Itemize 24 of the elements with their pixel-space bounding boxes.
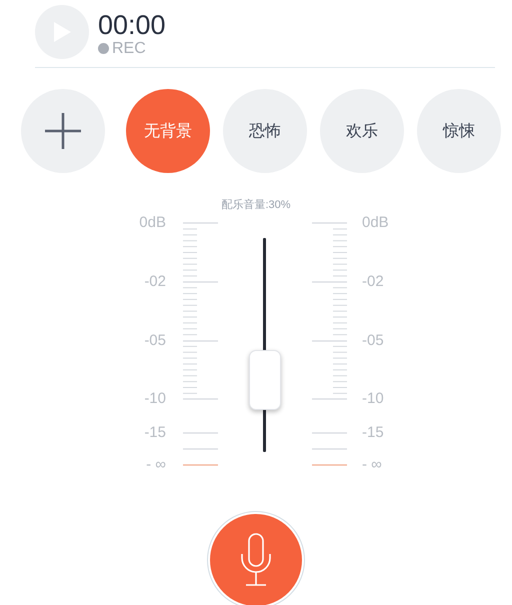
record-status: REC bbox=[112, 40, 146, 58]
decibel-label: 0dB bbox=[362, 214, 390, 232]
decibel-label: -05 bbox=[362, 332, 385, 350]
background-style-button[interactable]: 惊悚 bbox=[417, 89, 501, 173]
music-volume-label: 配乐音量:30% bbox=[220, 198, 292, 212]
decibel-label: -15 bbox=[143, 424, 166, 442]
background-style-button[interactable]: 欢乐 bbox=[320, 89, 404, 173]
microphone-icon bbox=[239, 532, 273, 588]
background-style-button[interactable]: 恐怖 bbox=[223, 89, 307, 173]
decibel-label: 0dB bbox=[138, 214, 166, 232]
decibel-label: - ∞ bbox=[145, 456, 166, 474]
record-dot-icon bbox=[98, 43, 109, 54]
plus-icon bbox=[43, 111, 83, 151]
decibel-label: -05 bbox=[143, 332, 166, 350]
decibel-label: - ∞ bbox=[362, 456, 383, 474]
slider-thumb[interactable] bbox=[249, 350, 281, 410]
recording-time: 00:00 bbox=[98, 10, 166, 40]
decibel-label: -15 bbox=[362, 424, 385, 442]
decibel-label: -10 bbox=[362, 390, 385, 408]
decibel-label: -10 bbox=[143, 390, 166, 408]
record-button[interactable] bbox=[210, 514, 302, 605]
decibel-label: -02 bbox=[362, 273, 385, 291]
decibel-label: -02 bbox=[143, 273, 166, 291]
volume-slider[interactable] bbox=[249, 238, 281, 452]
